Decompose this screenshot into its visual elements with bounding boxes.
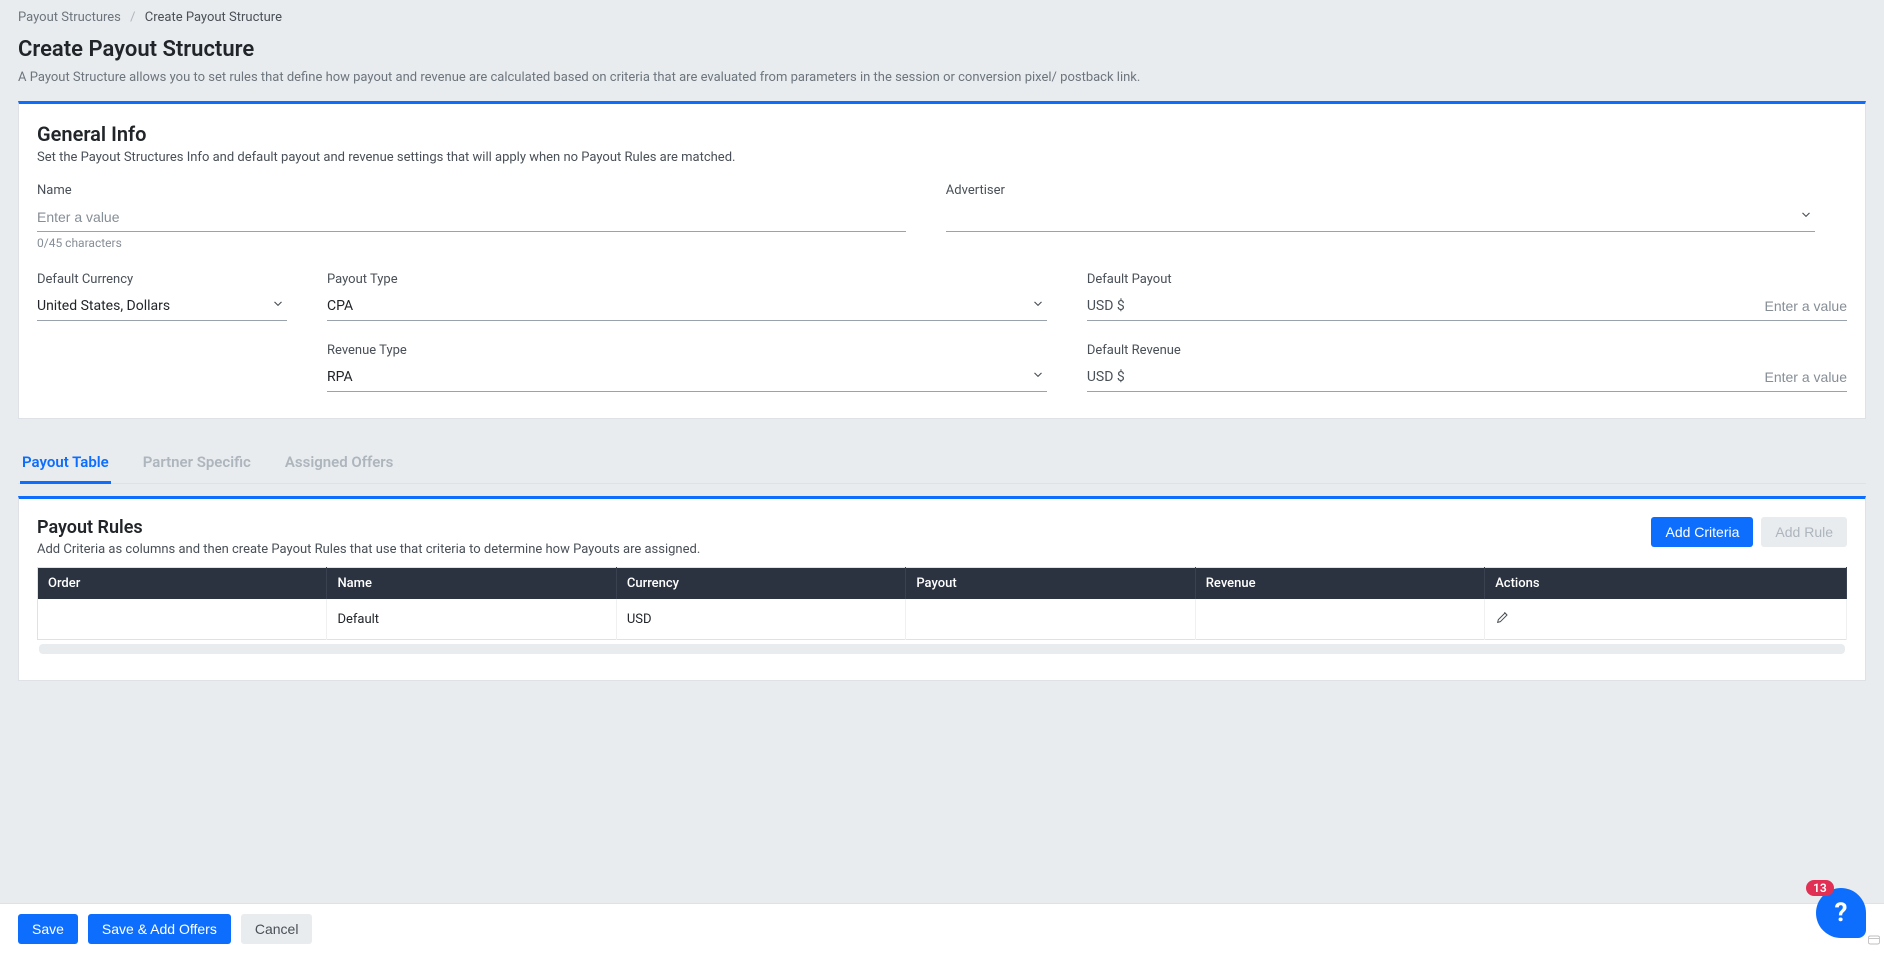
add-rule-button[interactable]: Add Rule: [1761, 517, 1847, 547]
cell-order: [38, 599, 327, 640]
tab-payout-table[interactable]: Payout Table: [20, 443, 111, 484]
payout-rules-panel: Payout Rules Add Criteria as columns and…: [18, 496, 1866, 681]
cell-actions: [1485, 599, 1847, 640]
payout-rules-subtitle: Add Criteria as columns and then create …: [37, 542, 700, 557]
name-input[interactable]: [37, 209, 906, 225]
default-revenue-prefix: USD $: [1087, 369, 1125, 385]
page-description: A Payout Structure allows you to set rul…: [18, 70, 1866, 85]
advertiser-select[interactable]: [946, 204, 1815, 232]
default-payout-input[interactable]: [1135, 298, 1847, 314]
advertiser-label: Advertiser: [946, 183, 1815, 198]
chevron-down-icon: [271, 295, 285, 314]
help-badge: 13: [1806, 880, 1834, 896]
cell-revenue: [1195, 599, 1484, 640]
save-button[interactable]: Save: [18, 914, 78, 944]
add-criteria-button[interactable]: Add Criteria: [1651, 517, 1753, 547]
general-info-subtitle: Set the Payout Structures Info and defau…: [37, 150, 1847, 165]
chevron-down-icon: [1031, 295, 1045, 314]
tab-partner-specific[interactable]: Partner Specific: [141, 443, 253, 484]
table-row: Default USD: [38, 599, 1847, 640]
general-info-panel: General Info Set the Payout Structures I…: [18, 101, 1866, 419]
breadcrumb: Payout Structures / Create Payout Struct…: [18, 10, 1866, 25]
default-revenue-label: Default Revenue: [1087, 343, 1847, 358]
breadcrumb-separator: /: [130, 10, 135, 25]
default-currency-label: Default Currency: [37, 272, 287, 287]
default-revenue-input[interactable]: [1135, 369, 1847, 385]
cell-currency: USD: [616, 599, 905, 640]
col-name: Name: [327, 568, 616, 600]
breadcrumb-current: Create Payout Structure: [145, 10, 282, 25]
tabs: Payout Table Partner Specific Assigned O…: [18, 443, 1866, 484]
help-fab[interactable]: 13 ?: [1816, 888, 1866, 938]
col-currency: Currency: [616, 568, 905, 600]
edit-icon[interactable]: [1495, 614, 1511, 629]
col-actions: Actions: [1485, 568, 1847, 600]
name-label: Name: [37, 183, 906, 198]
cancel-button[interactable]: Cancel: [241, 914, 313, 944]
revenue-type-select[interactable]: RPA: [327, 364, 1047, 392]
payout-type-value: CPA: [327, 298, 353, 314]
help-icon: ?: [1835, 898, 1848, 928]
page-title: Create Payout Structure: [18, 37, 1866, 62]
col-order: Order: [38, 568, 327, 600]
payout-type-label: Payout Type: [327, 272, 1047, 287]
breadcrumb-parent-link[interactable]: Payout Structures: [18, 10, 121, 25]
default-currency-value: United States, Dollars: [37, 298, 170, 314]
cell-name: Default: [327, 599, 616, 640]
cell-payout: [906, 599, 1195, 640]
tab-assigned-offers[interactable]: Assigned Offers: [283, 443, 396, 484]
col-revenue: Revenue: [1195, 568, 1484, 600]
payout-rules-title: Payout Rules: [37, 517, 700, 538]
default-payout-label: Default Payout: [1087, 272, 1847, 287]
action-bar: Save Save & Add Offers Cancel: [0, 903, 1884, 954]
col-payout: Payout: [906, 568, 1195, 600]
chevron-down-icon: [1031, 366, 1045, 385]
revenue-type-value: RPA: [327, 369, 353, 385]
payout-rules-table: Order Name Currency Payout Revenue Actio…: [37, 567, 1847, 640]
save-add-offers-button[interactable]: Save & Add Offers: [88, 914, 231, 944]
payout-type-select[interactable]: CPA: [327, 293, 1047, 321]
revenue-type-label: Revenue Type: [327, 343, 1047, 358]
general-info-title: General Info: [37, 122, 1847, 146]
name-helper: 0/45 characters: [37, 236, 906, 250]
default-currency-select[interactable]: United States, Dollars: [37, 293, 287, 321]
horizontal-scrollbar[interactable]: [39, 644, 1845, 654]
resize-corner-icon: [1866, 932, 1882, 952]
default-payout-prefix: USD $: [1087, 298, 1125, 314]
advertiser-input[interactable]: [946, 209, 1815, 225]
